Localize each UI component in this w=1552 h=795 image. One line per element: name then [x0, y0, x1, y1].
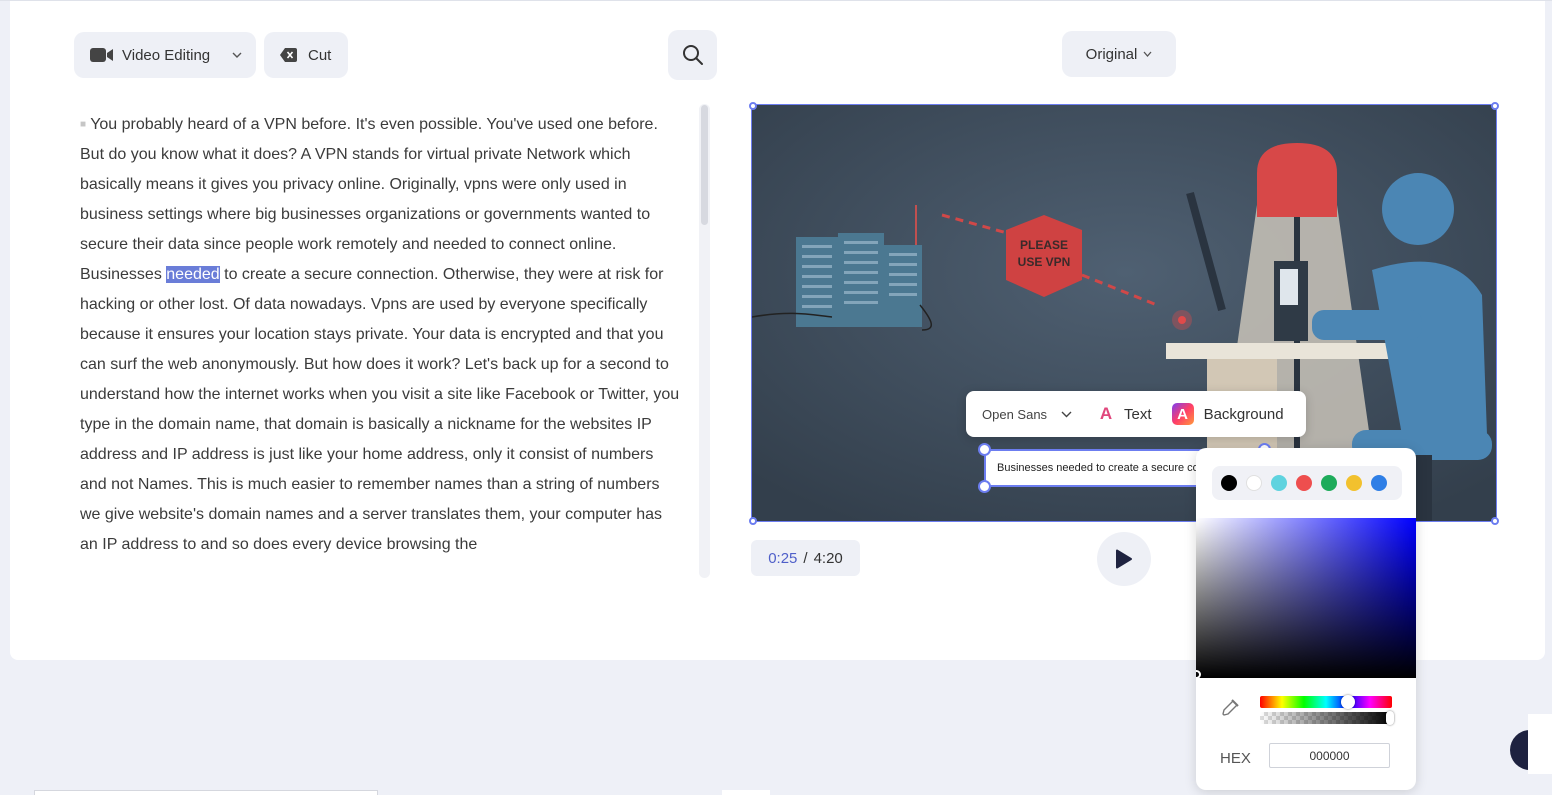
search-button[interactable]	[668, 30, 717, 80]
sign-line-1: PLEASE	[1019, 238, 1068, 252]
bottom-panel-handle	[722, 790, 770, 795]
chevron-down-icon[interactable]	[1061, 411, 1072, 418]
chevron-down-icon	[232, 52, 242, 58]
sign-line-2: USE VPN	[1017, 255, 1071, 269]
swatch-red[interactable]	[1296, 475, 1312, 491]
original-view-label: Original	[1085, 45, 1138, 63]
caption-handle-tl[interactable]	[978, 443, 991, 456]
video-resize-handle-bl[interactable]	[749, 517, 757, 525]
highlighted-word[interactable]: needed	[166, 266, 220, 283]
hue-slider-knob[interactable]	[1341, 695, 1355, 709]
swatch-yellow[interactable]	[1346, 475, 1362, 491]
hue-slider[interactable]	[1260, 696, 1392, 708]
search-icon	[682, 45, 703, 65]
swatch-blue[interactable]	[1371, 475, 1387, 491]
video-camera-icon	[90, 48, 113, 62]
current-time: 0:25	[768, 549, 798, 567]
time-separator: /	[803, 549, 808, 567]
video-resize-handle-br[interactable]	[1491, 517, 1499, 525]
playback-time: 0:25 / 4:20	[751, 540, 860, 576]
chevron-down-icon	[1143, 51, 1152, 57]
alpha-slider-knob[interactable]	[1386, 711, 1394, 725]
transcript-text[interactable]: ■ You probably heard of a VPN before. It…	[80, 110, 680, 576]
transcript-before-highlight[interactable]: You probably heard of a VPN before. It's…	[80, 116, 658, 283]
video-editing-label: Video Editing	[122, 46, 211, 64]
cut-label: Cut	[308, 46, 332, 64]
transcript-scrollbar-thumb[interactable]	[701, 105, 708, 225]
saturation-value-area[interactable]	[1196, 518, 1416, 678]
video-editing-dropdown[interactable]: Video Editing	[74, 32, 256, 78]
video-resize-handle-tr[interactable]	[1491, 102, 1499, 110]
swatch-black[interactable]	[1221, 475, 1237, 491]
color-swatches	[1212, 466, 1402, 500]
caption-handle-bl[interactable]	[978, 480, 991, 493]
swatch-cyan[interactable]	[1271, 475, 1287, 491]
total-time: 4:20	[813, 549, 843, 567]
caption-style-toolbar: Open Sans A Text A Background	[966, 391, 1306, 437]
alpha-slider[interactable]	[1260, 712, 1392, 724]
text-color-button[interactable]: Text	[1124, 406, 1152, 423]
delete-tag-icon	[280, 48, 297, 62]
sign-text: PLEASE USE VPN	[1006, 237, 1082, 271]
cut-button[interactable]: Cut	[264, 32, 348, 78]
background-color-icon[interactable]: A	[1171, 403, 1194, 425]
text-color-icon[interactable]: A	[1096, 404, 1116, 424]
eyedropper-icon[interactable]	[1220, 698, 1240, 718]
swatch-white[interactable]	[1246, 475, 1262, 491]
transcript-after-highlight[interactable]: to create a secure connection. Otherwise…	[80, 266, 679, 553]
play-icon	[1116, 549, 1132, 569]
color-picker-popup: HEX	[1196, 448, 1416, 790]
play-button[interactable]	[1097, 532, 1151, 586]
font-family-select[interactable]: Open Sans	[982, 407, 1047, 422]
bottom-panel-tab	[34, 790, 378, 795]
word-marker: ■	[80, 119, 87, 130]
side-panel-edge	[1528, 714, 1552, 774]
video-resize-handle-tl[interactable]	[749, 102, 757, 110]
background-color-button[interactable]: Background	[1204, 406, 1284, 423]
original-view-dropdown[interactable]: Original	[1062, 31, 1176, 77]
hex-input[interactable]	[1269, 743, 1390, 768]
swatch-green[interactable]	[1321, 475, 1337, 491]
hex-label: HEX	[1220, 750, 1251, 767]
